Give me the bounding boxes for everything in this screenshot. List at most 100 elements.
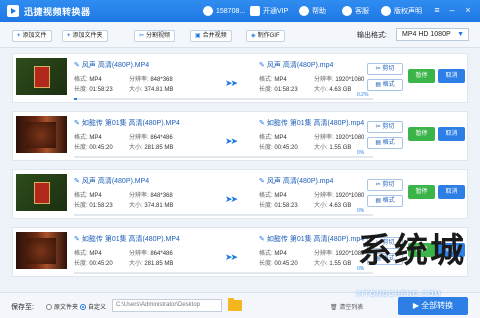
- close-icon[interactable]: ×: [463, 5, 473, 15]
- output-size: 大小: 4.63 GB: [314, 200, 351, 209]
- merge-video-button[interactable]: ▣ 合并视频: [190, 30, 232, 42]
- add-file-button[interactable]: + 添加文件: [12, 30, 52, 42]
- video-thumbnail[interactable]: [16, 116, 67, 153]
- scissors-icon: ✂: [139, 33, 145, 39]
- split-video-button[interactable]: ✂ 分割视频: [134, 30, 176, 42]
- source-filename[interactable]: ✎ 如懿传 第01集 高清(480P).MP4: [74, 234, 180, 244]
- source-filename-text: 如懿传 第01集 高清(480P).MP4: [81, 120, 180, 127]
- duration-value: 01:58:23: [89, 203, 113, 209]
- cut-button[interactable]: ✂ 剪切: [367, 179, 403, 191]
- size-key: 大小:: [314, 261, 328, 267]
- source-filename[interactable]: ✎ 风声 高清(480P).MP4: [74, 176, 149, 186]
- output-filename[interactable]: ✎ 如懿传 第01集 高清(480P).mp4: [259, 118, 364, 128]
- convert-all-label: 全部转换: [421, 301, 454, 310]
- size-value: 1.55 GB: [329, 145, 352, 151]
- plus-icon: +: [67, 33, 71, 39]
- cancel-button[interactable]: 取消: [438, 69, 465, 83]
- output-format-select[interactable]: MP4 HD 1080P ▼: [396, 28, 469, 41]
- output-duration: 长度: 00:45:20: [259, 258, 298, 267]
- help-link[interactable]: 帮助: [299, 6, 326, 17]
- source-filename[interactable]: ✎ 如懿传 第01集 高清(480P).MP4: [74, 118, 180, 128]
- output-resolution: 分辨率: 1920*1080: [314, 132, 364, 141]
- pause-button[interactable]: 暂停: [408, 243, 435, 257]
- support-link[interactable]: 客服: [342, 6, 369, 17]
- title-bar: 迅捷视频转换器 158708... 开通VIP 帮助 客服 版权声明 ≡ – ×: [0, 0, 480, 22]
- cut-label: 剪切: [382, 240, 395, 246]
- resolution-key: 分辨率:: [129, 77, 149, 83]
- radio-source-folder[interactable]: 原文件夹: [46, 302, 78, 311]
- copyright-link[interactable]: 版权声明: [381, 6, 422, 17]
- size-value: 374.81 MB: [144, 87, 174, 93]
- output-format: 格式: MP4: [259, 132, 287, 141]
- edit-icon: ✎: [259, 236, 265, 243]
- format-value: MP4: [89, 135, 102, 141]
- source-resolution: 分辨率: 848*368: [129, 74, 173, 83]
- output-duration: 长度: 00:45:20: [259, 142, 298, 151]
- user-account[interactable]: 158708...: [203, 6, 245, 17]
- vip-link[interactable]: 开通VIP: [250, 6, 288, 17]
- cut-button[interactable]: ✂ 剪切: [367, 63, 403, 75]
- size-key: 大小:: [129, 261, 143, 267]
- app-title: 迅捷视频转换器: [24, 7, 91, 17]
- radio-custom-folder[interactable]: 自定义: [80, 302, 106, 311]
- output-filename[interactable]: ✎ 如懿传 第01集 高清(480P).mp4: [259, 234, 364, 244]
- format-button[interactable]: ▤ 格式: [367, 253, 403, 265]
- duration-key: 长度:: [259, 261, 273, 267]
- cut-button[interactable]: ✂ 剪切: [367, 121, 403, 133]
- size-value: 374.81 MB: [144, 203, 174, 209]
- format-button[interactable]: ▤ 格式: [367, 79, 403, 91]
- add-folder-button[interactable]: + 添加文件夹: [62, 30, 108, 42]
- source-filename[interactable]: ✎ 风声 高清(480P).MP4: [74, 60, 149, 70]
- progress-percent: 0%: [357, 266, 365, 272]
- duration-value: 01:58:23: [274, 87, 298, 93]
- format-button[interactable]: ▤ 格式: [367, 137, 403, 149]
- format-key: 格式:: [74, 135, 88, 141]
- save-path-input[interactable]: C:\Users\Administrator\Desktop: [112, 299, 222, 312]
- format-key: 格式:: [259, 193, 273, 199]
- make-gif-button[interactable]: ◈ 制作GIF: [246, 30, 285, 42]
- support-label: 客服: [355, 8, 369, 15]
- app-logo-icon: [7, 5, 19, 17]
- size-key: 大小:: [314, 203, 328, 209]
- format-icon: ▤: [375, 140, 383, 146]
- help-icon: [299, 6, 309, 17]
- video-thumbnail[interactable]: [16, 58, 67, 95]
- format-key: 格式:: [74, 193, 88, 199]
- cancel-button[interactable]: 取消: [438, 127, 465, 141]
- edit-icon: ✎: [259, 178, 265, 185]
- pause-button[interactable]: 暂停: [408, 185, 435, 199]
- source-filename-text: 风声 高清(480P).MP4: [81, 62, 150, 69]
- minimize-icon[interactable]: –: [447, 5, 457, 15]
- cancel-button[interactable]: 取消: [438, 243, 465, 257]
- format-icon: ▤: [375, 256, 383, 262]
- cut-button[interactable]: ✂ 剪切: [367, 237, 403, 249]
- pause-button[interactable]: 暂停: [408, 69, 435, 83]
- copyright-label: 版权声明: [394, 8, 422, 15]
- format-button[interactable]: ▤ 格式: [367, 195, 403, 207]
- size-value: 4.63 GB: [329, 87, 352, 93]
- progress-fill: [74, 98, 77, 100]
- duration-key: 长度:: [74, 203, 88, 209]
- vip-icon: [250, 6, 260, 17]
- cancel-button[interactable]: 取消: [438, 185, 465, 199]
- folder-icon[interactable]: [228, 298, 242, 311]
- duration-value: 01:58:23: [89, 87, 113, 93]
- output-filename[interactable]: ✎ 风声 高清(480P).mp4: [259, 60, 333, 70]
- output-resolution: 分辨率: 1920*1080: [314, 190, 364, 199]
- progress-bar: [74, 214, 373, 216]
- convert-all-button[interactable]: ▶ 全部转换: [398, 297, 468, 315]
- progress-percent: 0%: [357, 150, 365, 156]
- video-thumbnail[interactable]: [16, 232, 67, 269]
- edit-icon: ✎: [259, 62, 265, 69]
- pause-button[interactable]: 暂停: [408, 127, 435, 141]
- output-size: 大小: 4.63 GB: [314, 84, 351, 93]
- output-filename[interactable]: ✎ 风声 高清(480P).mp4: [259, 176, 333, 186]
- edit-icon: ✎: [259, 120, 265, 127]
- clear-list-button[interactable]: 🗑 清空列表: [330, 302, 363, 311]
- format-key: 格式:: [259, 251, 273, 257]
- format-value: MP4: [274, 135, 287, 141]
- arrow-right-icon: ➤➤: [225, 252, 238, 262]
- menu-icon[interactable]: ≡: [432, 5, 442, 15]
- video-thumbnail[interactable]: [16, 174, 67, 211]
- size-key: 大小:: [314, 87, 328, 93]
